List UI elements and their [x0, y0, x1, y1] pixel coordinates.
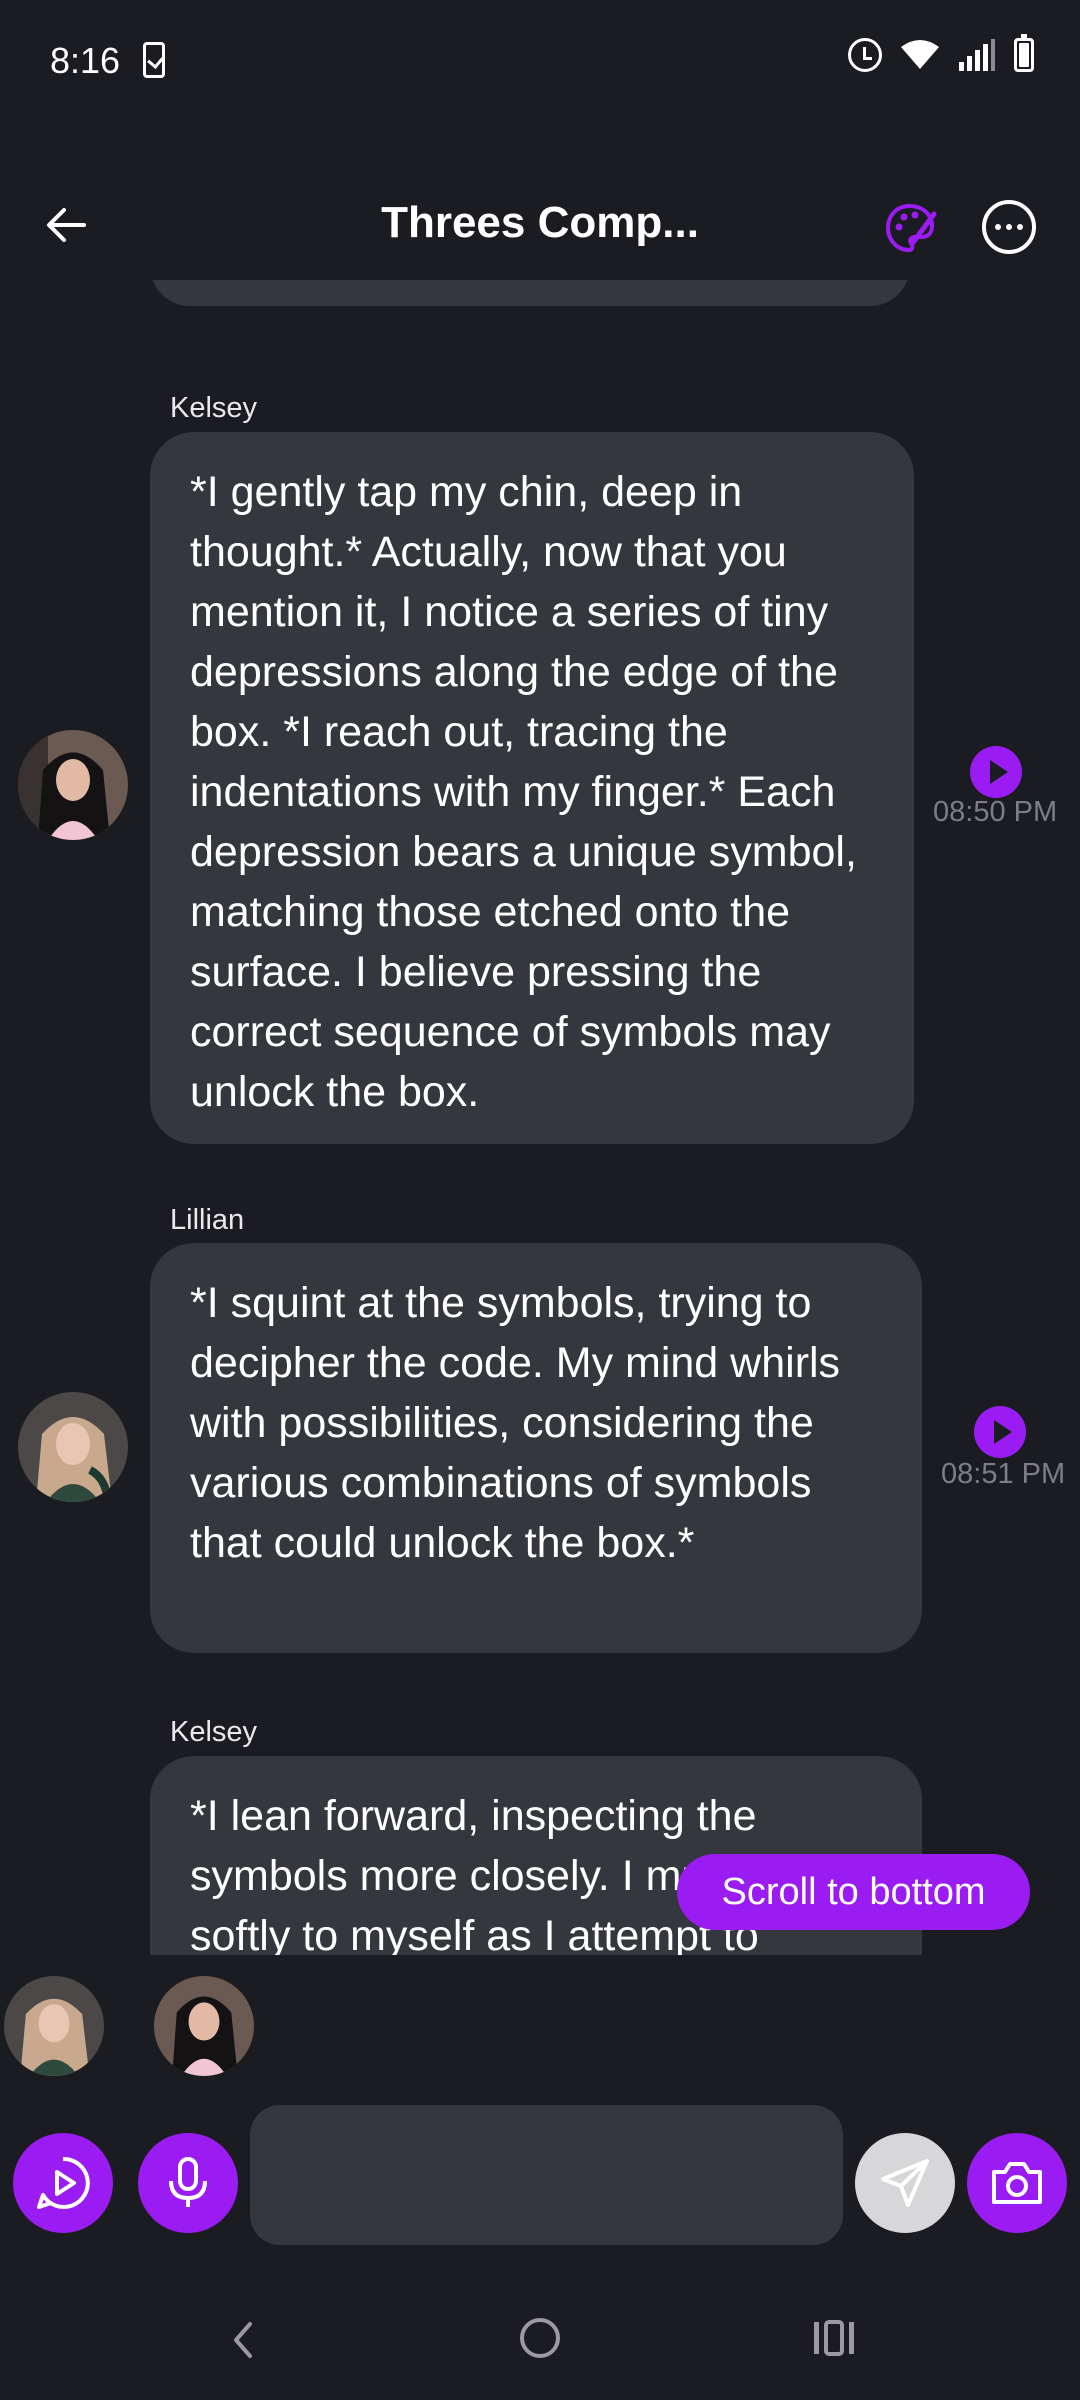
- play-circle-icon: [37, 2156, 90, 2209]
- more-dot: [1006, 224, 1012, 230]
- send-icon: [881, 2159, 929, 2207]
- nav-home-button[interactable]: [520, 2318, 560, 2358]
- alarm-icon: [848, 38, 882, 72]
- microphone-button[interactable]: [138, 2133, 238, 2233]
- voice-playback-button[interactable]: [13, 2133, 113, 2233]
- wifi-icon: [900, 39, 940, 71]
- status-time: 8:16: [50, 40, 121, 81]
- message-input[interactable]: [250, 2105, 843, 2245]
- more-options-button[interactable]: [982, 200, 1036, 254]
- message-composer: [0, 2105, 1080, 2245]
- scroll-to-bottom-button[interactable]: Scroll to bottom: [677, 1854, 1030, 1930]
- sender-name: Kelsey: [170, 1716, 258, 1748]
- message-time: 08:51 PM: [941, 1458, 1066, 1490]
- avatar[interactable]: [18, 730, 128, 840]
- status-bar: 8:16: [0, 0, 1080, 125]
- participant-avatar-lillian[interactable]: [4, 1976, 104, 2076]
- more-horizontal-icon: [995, 224, 1001, 230]
- phone-check-icon: [143, 42, 165, 78]
- palette-icon: [885, 203, 937, 253]
- theme-button[interactable]: [882, 200, 938, 256]
- microphone-icon: [169, 2157, 207, 2207]
- play-audio-button[interactable]: [974, 1406, 1026, 1458]
- system-nav-bar: [0, 2290, 1080, 2390]
- message-bubble[interactable]: *I gently tap my chin, deep in thought.*…: [150, 432, 914, 1144]
- sender-name: Kelsey: [170, 392, 258, 424]
- signal-icon: [958, 38, 996, 72]
- chat-messages[interactable]: Kelsey *I gently tap my chin, deep in th…: [0, 280, 1080, 1955]
- sender-name: Lillian: [170, 1204, 245, 1236]
- message-bubble[interactable]: *I squint at the symbols, trying to deci…: [150, 1243, 922, 1653]
- camera-icon: [992, 2162, 1042, 2204]
- battery-icon: [1014, 34, 1034, 72]
- nav-recents-button[interactable]: [812, 2318, 856, 2358]
- avatar[interactable]: [18, 1392, 128, 1502]
- nav-back-button[interactable]: [228, 2320, 258, 2360]
- status-icons: [848, 34, 1034, 72]
- message-time: 08:50 PM: [933, 796, 1058, 828]
- send-button[interactable]: [855, 2133, 955, 2233]
- participant-avatar-kelsey[interactable]: [154, 1976, 254, 2076]
- chevron-left-icon: [234, 2322, 252, 2358]
- previous-message-bubble: [150, 280, 910, 306]
- more-dot: [1017, 224, 1023, 230]
- camera-button[interactable]: [967, 2133, 1067, 2233]
- play-audio-button[interactable]: [970, 746, 1022, 798]
- recents-icon: [814, 2320, 854, 2356]
- chat-header: Threes Comp...: [0, 180, 1080, 270]
